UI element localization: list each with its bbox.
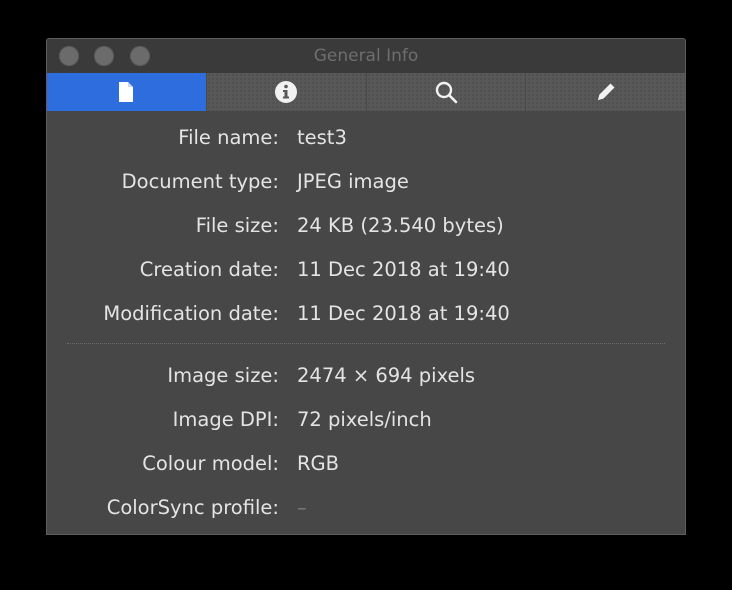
section-divider	[67, 343, 665, 344]
info-icon	[275, 81, 298, 103]
document-icon	[119, 82, 134, 102]
field-label: Image DPI:	[172, 408, 279, 431]
field-label: File size:	[195, 214, 279, 237]
colour-model-value: RGB	[297, 452, 340, 475]
image-size-value: 2474 × 694 pixels	[297, 364, 476, 387]
tab-info[interactable]	[207, 73, 367, 111]
colorsync-profile-value: –	[297, 496, 307, 519]
field-label: Document type:	[121, 170, 279, 193]
modification-date-value: 11 Dec 2018 at 19:40	[297, 302, 510, 325]
info-content: File name: test3 Document type: JPEG ima…	[47, 111, 685, 534]
creation-date-row: Creation date: 11 Dec 2018 at 19:40	[47, 258, 685, 282]
colour-model-row: Colour model: RGB	[47, 452, 685, 476]
tab-general[interactable]	[47, 73, 207, 111]
pencil-icon	[597, 83, 615, 100]
colorsync-profile-row: ColorSync profile: –	[47, 496, 685, 520]
modification-date-row: Modification date: 11 Dec 2018 at 19:40	[47, 302, 685, 326]
field-label: Creation date:	[139, 258, 279, 281]
file-name-row: File name: test3	[47, 126, 685, 150]
file-size-value: 24 KB (23.540 bytes)	[297, 214, 504, 237]
image-dpi-row: Image DPI: 72 pixels/inch	[47, 408, 685, 432]
general-info-window: General Info File name: test3 Document t…	[46, 38, 686, 535]
field-label: Modification date:	[103, 302, 279, 325]
image-size-row: Image size: 2474 × 694 pixels	[47, 364, 685, 388]
creation-date-value: 11 Dec 2018 at 19:40	[297, 258, 510, 281]
tab-search[interactable]	[367, 73, 527, 111]
file-size-row: File size: 24 KB (23.540 bytes)	[47, 214, 685, 238]
field-label: Image size:	[167, 364, 279, 387]
document-type-value: JPEG image	[297, 170, 409, 193]
field-label: Colour model:	[142, 452, 279, 475]
file-name-value: test3	[297, 126, 347, 149]
field-label: ColorSync profile:	[106, 496, 279, 519]
tab-edit[interactable]	[526, 73, 685, 111]
field-label: File name:	[178, 126, 279, 149]
image-dpi-value: 72 pixels/inch	[297, 408, 432, 431]
window-title: General Info	[313, 46, 419, 66]
search-icon	[435, 81, 458, 104]
tab-bar	[47, 73, 685, 111]
title-bar[interactable]: General Info	[47, 39, 685, 73]
document-type-row: Document type: JPEG image	[47, 170, 685, 194]
